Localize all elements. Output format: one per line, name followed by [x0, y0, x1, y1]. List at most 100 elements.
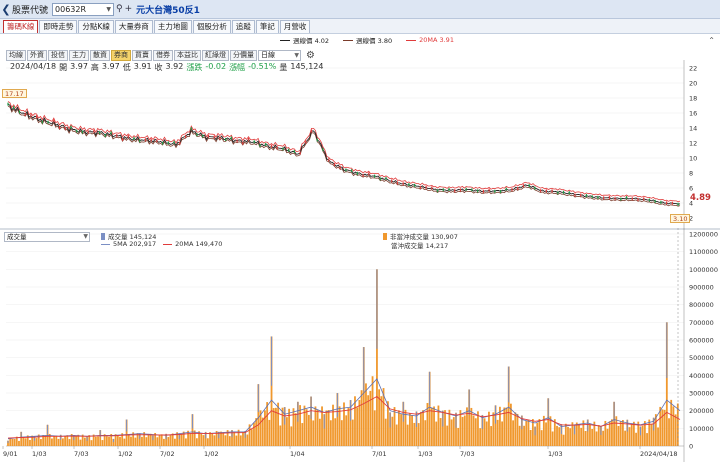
volume-bar — [424, 420, 427, 446]
volume-bar — [646, 433, 648, 446]
tab-tracking[interactable]: 追蹤 — [231, 20, 255, 33]
volume-bar — [141, 436, 143, 446]
hedge-volume-bar — [152, 435, 154, 441]
volume-bar — [200, 433, 203, 446]
tab-monthly-revenue[interactable]: 月營收 — [279, 20, 311, 33]
legend-line-swatch — [280, 39, 290, 41]
candle — [127, 134, 129, 138]
hedge-volume-bar — [191, 414, 193, 429]
toolbar-button-broker[interactable]: 券商 — [111, 49, 131, 61]
volume-bar — [277, 402, 280, 446]
volume-bar — [275, 407, 277, 446]
volume-bar — [369, 390, 372, 446]
volume-bar — [446, 425, 449, 446]
volume-bar — [589, 423, 591, 446]
toolbar-button-main-force[interactable]: 主力 — [69, 49, 89, 61]
volume-bar — [119, 436, 121, 446]
volume-bar — [450, 419, 453, 446]
volume-legend-label: 當沖成交量 14,217 — [391, 242, 449, 250]
volume-bar — [492, 412, 495, 446]
volume-bar — [272, 408, 275, 446]
x-tick-label: 2024/04/18 — [640, 450, 677, 458]
period-select-value: 日線 — [261, 50, 275, 59]
candle — [236, 139, 238, 143]
stock-code-input[interactable]: 00632R ▼ — [52, 2, 115, 16]
volume-bar — [485, 421, 488, 446]
y-tick-label: 14 — [689, 125, 697, 133]
tab-major-brokers[interactable]: 大量券商 — [114, 20, 153, 33]
candle — [517, 186, 519, 190]
toolbar-button-trust[interactable]: 投信 — [48, 49, 68, 61]
collapse-icon[interactable]: ⌃ — [708, 36, 715, 45]
toolbar-button-foreign[interactable]: 外資 — [27, 49, 47, 61]
back-chevron-icon[interactable]: ❮ — [0, 3, 12, 16]
candle — [167, 141, 169, 145]
toolbar-button-buy-sell[interactable]: 買賣 — [132, 49, 152, 61]
volume-bar — [584, 431, 587, 446]
toolbar-button-volume-profile[interactable]: 分價量 — [230, 49, 257, 61]
tab-notes[interactable]: 筆記 — [255, 20, 279, 33]
y-tick-label: 800000 — [689, 301, 714, 309]
hedge-volume-bar — [547, 398, 549, 420]
candle — [242, 141, 244, 145]
volume-bar — [307, 414, 310, 446]
tab-main-force-map[interactable]: 主力地圖 — [153, 20, 192, 33]
y-tick-label: 6 — [689, 185, 693, 193]
candle — [614, 197, 616, 201]
toolbar-button-ma[interactable]: 均線 — [6, 49, 26, 61]
toolbar-button-lending[interactable]: 借券 — [153, 49, 173, 61]
settings-gear-icon[interactable]: ⚙ — [306, 50, 315, 61]
candle — [557, 191, 559, 195]
candle — [631, 197, 633, 201]
hedge-volume-bar — [139, 433, 141, 440]
volume-bar — [562, 434, 565, 446]
volume-bar — [189, 433, 192, 446]
period-select[interactable]: 日線 ▼ — [258, 49, 301, 61]
candle — [528, 184, 530, 188]
hedge-volume-bar — [310, 396, 312, 419]
volume-bar — [373, 410, 376, 446]
volume-bar — [202, 435, 205, 446]
y-tick-label: 300000 — [689, 390, 714, 398]
candle — [660, 200, 662, 204]
tab-stock-analysis[interactable]: 個股分析 — [192, 20, 231, 33]
dropdown-arrow-icon[interactable]: ▼ — [106, 6, 111, 13]
hedge-volume-bar — [350, 400, 352, 421]
volume-bar — [525, 420, 528, 446]
hedge-volume-bar — [613, 401, 615, 422]
volume-bar — [305, 409, 308, 446]
x-tick-label: 7/02 — [160, 450, 175, 458]
volume-bar — [553, 419, 556, 446]
add-icon[interactable]: + — [125, 4, 133, 14]
toolbar-button-pe[interactable]: 本益比 — [174, 49, 201, 61]
hedge-volume-bar — [534, 426, 536, 436]
price-chart[interactable]: 222018161412108642 — [0, 60, 720, 230]
hedge-volume-bar — [508, 366, 510, 403]
volume-bar — [290, 426, 293, 446]
toolbar-button-retail[interactable]: 散資 — [90, 49, 110, 61]
candle — [379, 177, 381, 181]
volume-indicator-select[interactable]: 成交量 ▼ — [4, 232, 90, 242]
tab-branch-kline[interactable]: 分點K線 — [78, 20, 114, 33]
volume-bar — [578, 424, 580, 446]
search-icon[interactable]: ⚲ — [116, 4, 123, 14]
volume-bar — [356, 407, 359, 446]
toolbar-button-signal[interactable]: 紅綠燈 — [202, 49, 229, 61]
volume-chart[interactable]: 1200000110000010000009000008000007000006… — [0, 228, 720, 462]
tab-chip-kline[interactable]: 籌碼K線 — [3, 20, 39, 33]
candle — [408, 183, 410, 187]
candle — [36, 115, 38, 119]
hedge-volume-bar — [560, 424, 562, 434]
hedge-volume-bar — [271, 336, 273, 386]
volume-bar — [193, 430, 196, 446]
volume-legend-item: 5MA 202,917 20MA 149,470 — [101, 240, 222, 248]
volume-bar — [57, 438, 60, 446]
volume-bar — [35, 438, 38, 446]
candle — [53, 119, 55, 123]
tab-intraday[interactable]: 即時走勢 — [39, 20, 78, 33]
candle — [41, 120, 43, 124]
volume-bar — [635, 432, 637, 446]
volume-bar — [479, 428, 482, 446]
hedge-volume-bar — [587, 419, 589, 432]
volume-bar — [527, 419, 530, 446]
